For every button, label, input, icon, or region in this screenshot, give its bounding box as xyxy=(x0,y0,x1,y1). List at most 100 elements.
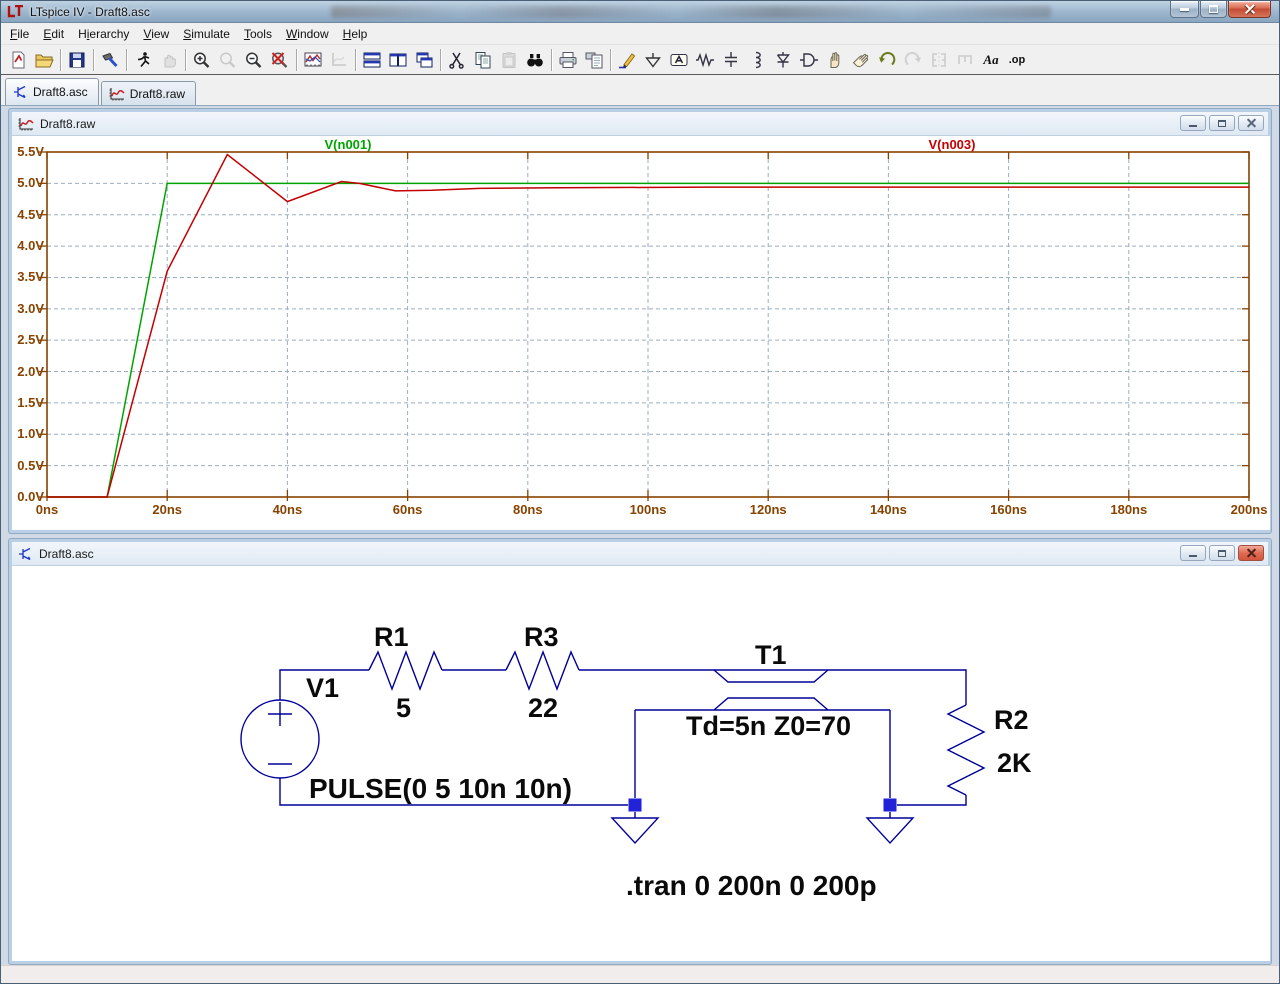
menu-hierarchy[interactable]: Hierarchy xyxy=(71,24,136,44)
spice-directive-text[interactable]: .tran 0 200n 0 200p xyxy=(626,870,877,902)
x-tick-label: 200ns xyxy=(1230,502,1268,517)
zoom-in-button[interactable] xyxy=(189,48,215,72)
place-ground-button[interactable] xyxy=(640,48,666,72)
close-button[interactable] xyxy=(1238,115,1264,131)
close-icon xyxy=(1246,548,1256,558)
menu-file[interactable]: File xyxy=(3,24,36,44)
component-value-r1[interactable]: 5 xyxy=(396,693,411,724)
window-controls xyxy=(1170,1,1271,18)
print-preview-button[interactable] xyxy=(581,48,607,72)
new-schematic-button[interactable] xyxy=(5,48,31,72)
place-text-button[interactable]: Aa xyxy=(978,48,1004,72)
component-value-r2[interactable]: 2K xyxy=(997,748,1032,779)
spice-directive-icon: .op xyxy=(1008,53,1026,66)
schematic-icon xyxy=(14,85,26,99)
waveform-titlebar[interactable]: Draft8.raw xyxy=(12,112,1268,136)
clipboard-icon xyxy=(502,51,516,68)
menu-tools[interactable]: Tools xyxy=(237,24,279,44)
copy-button[interactable] xyxy=(470,48,496,72)
y-tick-label: 1.0V xyxy=(17,426,44,442)
component-value-v1[interactable]: PULSE(0 5 10n 10n) xyxy=(309,773,572,805)
plot-settings-button[interactable] xyxy=(300,48,326,72)
title-bar[interactable]: LTspice IV - Draft8.asc xyxy=(1,1,1279,23)
rotate-button[interactable] xyxy=(952,48,978,72)
place-inductor-button[interactable] xyxy=(744,48,770,72)
menu-edit[interactable]: Edit xyxy=(36,24,71,44)
save-button[interactable] xyxy=(64,48,90,72)
autorange-button[interactable] xyxy=(326,48,352,72)
resistor-r3 xyxy=(505,650,580,691)
zoom-full-extents-button[interactable] xyxy=(267,48,293,72)
plot-pane-icon xyxy=(304,52,322,66)
tab-draft8-raw[interactable]: Draft8.raw xyxy=(100,81,197,105)
spice-directive-button[interactable]: .op xyxy=(1004,48,1030,72)
menu-help[interactable]: Help xyxy=(336,24,375,44)
minimize-icon xyxy=(1189,554,1197,557)
waveform-chart xyxy=(39,151,1250,501)
y-tick-label: 5.0V xyxy=(17,175,44,191)
move-button[interactable] xyxy=(822,48,848,72)
halt-button[interactable] xyxy=(156,48,182,72)
schematic-canvas[interactable]: V1 PULSE(0 5 10n 10n) R1 5 R3 22 T1 Td=5… xyxy=(12,566,1270,961)
new-schematic-icon xyxy=(12,51,25,68)
component-ref-r1[interactable]: R1 xyxy=(374,622,409,653)
tab-draft8-asc[interactable]: Draft8.asc xyxy=(5,78,99,105)
open-button[interactable] xyxy=(31,48,57,72)
menu-simulate[interactable]: Simulate xyxy=(176,24,237,44)
close-button[interactable] xyxy=(1238,545,1264,561)
toolbar-separator xyxy=(126,48,127,71)
component-value-r3[interactable]: 22 xyxy=(528,693,558,724)
x-tick-label: 60ns xyxy=(392,502,423,517)
print-button[interactable] xyxy=(555,48,581,72)
component-ref-r2[interactable]: R2 xyxy=(994,705,1029,736)
drag-button[interactable] xyxy=(848,48,874,72)
status-bar xyxy=(1,965,1279,983)
paste-button[interactable] xyxy=(496,48,522,72)
component-value-t1[interactable]: Td=5n Z0=70 xyxy=(686,711,851,742)
minimize-button[interactable] xyxy=(1180,115,1206,131)
component-ref-t1[interactable]: T1 xyxy=(755,640,787,671)
y-tick-label: 2.0V xyxy=(17,363,44,379)
waveform-plot-area[interactable]: V(n001) V(n003) 5.5V 5.0V 4.5V 4.0V 3.5V 3.0V… xyxy=(12,136,1270,530)
ltspice-logo-icon xyxy=(7,5,24,18)
component-ref-r3[interactable]: R3 xyxy=(524,622,559,653)
tile-horizontal-button[interactable] xyxy=(359,48,385,72)
run-button[interactable] xyxy=(130,48,156,72)
redo-button[interactable] xyxy=(900,48,926,72)
toolbar-separator xyxy=(60,48,61,71)
undo-button[interactable] xyxy=(874,48,900,72)
hammer-icon xyxy=(102,52,118,67)
control-panel-button[interactable] xyxy=(97,48,123,72)
find-button[interactable] xyxy=(522,48,548,72)
place-capacitor-button[interactable] xyxy=(718,48,744,72)
cut-button[interactable] xyxy=(444,48,470,72)
place-component-button[interactable] xyxy=(796,48,822,72)
minimize-button[interactable] xyxy=(1170,1,1199,18)
menu-window[interactable]: Window xyxy=(279,24,336,44)
restore-icon xyxy=(1209,5,1218,13)
inductor-icon xyxy=(755,51,761,68)
zoom-back-button[interactable] xyxy=(215,48,241,72)
y-tick-label: 4.5V xyxy=(17,206,44,222)
minimize-button[interactable] xyxy=(1180,545,1206,561)
tile-vertical-button[interactable] xyxy=(385,48,411,72)
restore-button[interactable] xyxy=(1200,1,1227,18)
place-diode-button[interactable] xyxy=(770,48,796,72)
restore-button[interactable] xyxy=(1209,115,1235,131)
schematic-titlebar[interactable]: Draft8.asc xyxy=(12,542,1268,566)
zoom-out-button[interactable] xyxy=(241,48,267,72)
place-resistor-button[interactable] xyxy=(692,48,718,72)
menu-view[interactable]: View xyxy=(136,24,176,44)
zoom-full-icon xyxy=(271,51,288,68)
redo-arrow-icon xyxy=(904,51,921,65)
tab-label: Draft8.asc xyxy=(33,85,88,99)
mirror-icon xyxy=(932,51,946,68)
draw-wire-button[interactable] xyxy=(614,48,640,72)
cascade-button[interactable] xyxy=(411,48,437,72)
restore-button[interactable] xyxy=(1209,545,1235,561)
place-label-button[interactable] xyxy=(666,48,692,72)
close-button[interactable] xyxy=(1228,1,1271,18)
mirror-button[interactable] xyxy=(926,48,952,72)
component-ref-v1[interactable]: V1 xyxy=(306,673,339,704)
tab-label: Draft8.raw xyxy=(129,86,186,101)
